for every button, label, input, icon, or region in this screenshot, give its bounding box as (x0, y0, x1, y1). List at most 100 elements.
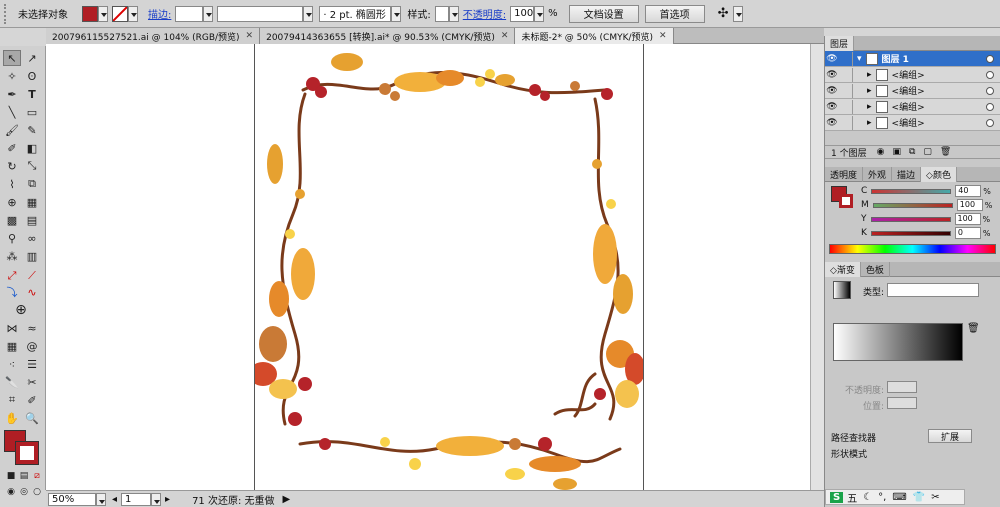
gradient-ramp[interactable] (833, 323, 963, 361)
layer-row[interactable]: 👁 ▾ 图层 1 (825, 51, 1000, 67)
layer-row[interactable]: 👁 ▸ <编组> (825, 67, 1000, 83)
warp-tool-icon[interactable]: ≈ (23, 320, 41, 336)
stroke-link[interactable]: 描边: (148, 6, 171, 21)
ime-tool-icon[interactable]: ✂ (931, 492, 939, 503)
target-icon[interactable] (986, 54, 994, 63)
page-dropdown[interactable] (151, 492, 162, 506)
visibility-icon[interactable]: 👁 (825, 54, 839, 64)
gradient-delete-stop-icon[interactable]: 🗑 (967, 323, 980, 334)
gradient-type-select[interactable] (887, 283, 979, 297)
layer-row[interactable]: 👁 ▸ <编组> (825, 83, 1000, 99)
hand-path-tool-icon[interactable]: ⤵ (3, 284, 21, 300)
visibility-icon[interactable]: 👁 (825, 102, 839, 112)
ime-mode-icon[interactable]: 五 (847, 490, 857, 505)
tab-doc-2[interactable]: 20079414363655 [转换].ai* @ 90.53% (CMYK/预… (260, 28, 516, 44)
grid-tool-icon[interactable]: ▦ (3, 338, 21, 354)
hand-tool-icon[interactable]: ✋ (3, 410, 21, 426)
vertical-scrollbar[interactable] (810, 44, 824, 490)
ime-keyboard-icon[interactable]: ⌨ (892, 492, 906, 503)
variable-width-field[interactable] (217, 5, 304, 22)
eyedropper-tool-icon[interactable]: ⚲ (3, 230, 21, 246)
black-slider[interactable] (870, 230, 951, 236)
stroke-dropdown[interactable] (128, 5, 138, 22)
magenta-value[interactable]: 100 (956, 199, 983, 211)
lock-toggle[interactable] (839, 67, 853, 82)
blob-brush-tool-icon[interactable]: ✐ (3, 140, 21, 156)
lock-toggle[interactable] (839, 115, 853, 130)
rectangle-tool-icon[interactable]: ▭ (23, 104, 41, 120)
align-tool-icon[interactable]: ☰ (23, 356, 41, 372)
opacity-dropdown[interactable] (534, 5, 545, 22)
close-icon[interactable]: ✕ (659, 31, 667, 41)
more-options-dropdown[interactable] (732, 5, 743, 22)
tab-color[interactable]: ◇颜色 (921, 167, 957, 182)
visibility-icon[interactable]: 👁 (825, 118, 839, 128)
style-dropdown[interactable] (448, 5, 459, 22)
yellow-value[interactable]: 100 (954, 213, 981, 225)
delete-layer-icon[interactable]: 🗑 (940, 147, 951, 157)
gradient-location-field[interactable] (887, 397, 917, 409)
first-page-icon[interactable]: ◂ (112, 494, 117, 505)
expand-icon[interactable]: ▸ (867, 70, 872, 80)
column-graph-tool-icon[interactable]: ▥ (23, 248, 41, 264)
expand-icon[interactable]: ▾ (857, 54, 862, 64)
mesh-tool-icon[interactable]: ▩ (3, 212, 21, 228)
fill-dropdown[interactable] (98, 5, 108, 22)
black-value[interactable]: 0 (954, 227, 981, 239)
visibility-icon[interactable]: 👁 (825, 70, 839, 80)
pen-tool-icon[interactable]: ✒ (3, 86, 21, 102)
tab-layers[interactable]: 图层 (825, 36, 855, 51)
brush-dropdown[interactable] (391, 5, 402, 22)
color-stroke-swatch[interactable] (839, 194, 853, 208)
none-mode-icon[interactable]: ⧄ (28, 468, 46, 484)
tab-appearance[interactable]: 外观 (863, 167, 893, 182)
magenta-slider[interactable] (872, 202, 953, 208)
fill-swatch[interactable] (82, 5, 98, 22)
eraser-tool-icon[interactable]: ◧ (23, 140, 41, 156)
stroke-weight-field[interactable] (175, 5, 204, 22)
ime-moon-icon[interactable]: ☾ (863, 492, 872, 503)
free-transform-tool-icon[interactable]: ⧉ (23, 176, 41, 192)
make-clipping-mask-icon[interactable]: ▣ (892, 147, 901, 157)
perspective-grid-tool-icon[interactable]: ▦ (23, 194, 41, 210)
cyan-slider[interactable] (871, 188, 952, 194)
shape-builder-tool-icon[interactable]: ⊕ (3, 194, 21, 210)
artboard-tool-icon[interactable]: ⤢ (3, 268, 21, 284)
type-tool-icon[interactable]: T (23, 86, 41, 102)
tab-stroke[interactable]: 描边 (892, 167, 922, 182)
expand-button[interactable]: 扩展 (928, 429, 972, 443)
style-field[interactable] (434, 5, 449, 22)
artboard[interactable] (254, 44, 644, 490)
crop-tool-icon[interactable]: ⌗ (3, 392, 21, 408)
yellow-slider[interactable] (870, 216, 951, 222)
transform-icon[interactable]: ✣ (718, 6, 729, 21)
paintbrush-tool-icon[interactable]: 🖌 (3, 122, 21, 138)
opacity-field[interactable]: 100 (510, 5, 535, 22)
target-icon[interactable] (986, 86, 994, 95)
symbol-sprayer-tool-icon[interactable]: ⁂ (3, 248, 21, 264)
new-sublayer-icon[interactable]: ⧉ (909, 147, 915, 157)
tab-doc-1[interactable]: 200796115527521.ai @ 104% (RGB/预览) ✕ (46, 28, 261, 44)
floral-frame-artwork[interactable] (255, 44, 643, 490)
locate-object-icon[interactable]: ◉ (877, 147, 885, 157)
target-icon[interactable] (986, 118, 994, 127)
lock-toggle[interactable] (839, 99, 853, 114)
new-layer-icon[interactable]: ▢ (923, 147, 932, 157)
twirl-tool-icon[interactable]: @ (23, 338, 41, 354)
color-spectrum-bar[interactable] (829, 244, 996, 254)
cyan-value[interactable]: 40 (955, 185, 982, 197)
wave-path-tool-icon[interactable]: ∿ (23, 284, 41, 300)
line-tool-icon[interactable]: ╲ (3, 104, 21, 120)
tab-transparency[interactable]: 透明度 (825, 167, 864, 182)
stroke-weight-dropdown[interactable] (203, 5, 214, 22)
stroke-color-swatch[interactable] (15, 441, 39, 465)
brush-field[interactable]: · 2 pt. 椭圆形 (319, 5, 392, 22)
knife-tool-icon[interactable]: 🔪 (3, 374, 21, 390)
target-tool-icon[interactable]: ⊕ (12, 302, 30, 318)
opacity-link[interactable]: 不透明度: (463, 6, 506, 21)
close-icon[interactable]: ✕ (246, 31, 254, 41)
tab-doc-3[interactable]: 未标题-2* @ 50% (CMYK/预览) ✕ (515, 28, 674, 44)
layer-row[interactable]: 👁 ▸ <编组> (825, 115, 1000, 131)
panel-grip[interactable] (4, 3, 10, 24)
zoom-dropdown[interactable] (96, 492, 106, 506)
